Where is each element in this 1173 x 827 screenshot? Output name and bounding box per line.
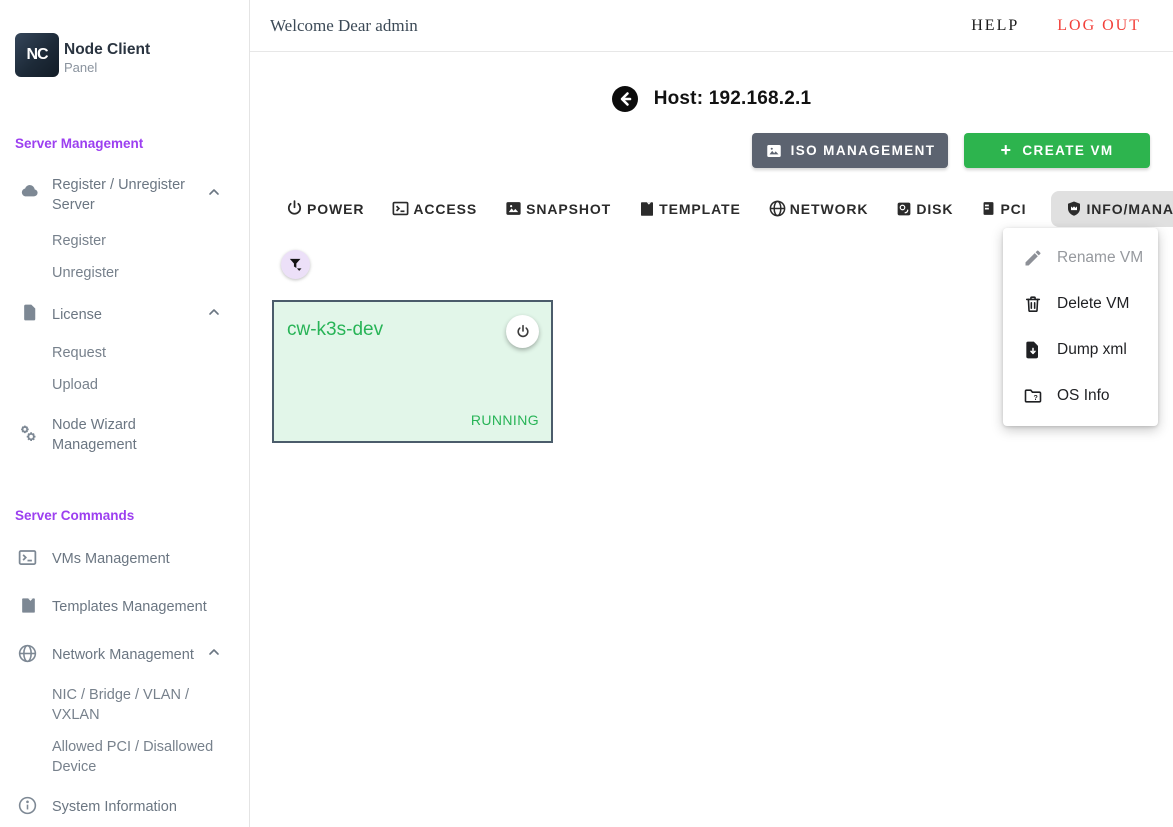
- menu-item-dump-xml-label: Dump xml: [1057, 341, 1127, 359]
- chevron-up-icon[interactable]: [206, 644, 222, 660]
- shield-icon: [1065, 200, 1083, 218]
- sidebar-item-register-unregister-server[interactable]: Register / Unregister Server: [52, 175, 210, 215]
- vm-status-badge: RUNNING: [471, 412, 539, 428]
- tab-template-label: TEMPLATE: [659, 201, 741, 217]
- sidebar-item-license[interactable]: License: [52, 305, 210, 325]
- info-manage-menu: Rename VM Delete VM Dump xml ? OS Info: [1003, 228, 1158, 426]
- tab-disk-label: DISK: [916, 201, 953, 217]
- menu-item-dump-xml[interactable]: Dump xml: [1003, 327, 1158, 373]
- tab-info-manage-label: INFO/MANAGE: [1086, 201, 1173, 217]
- edit-icon: [1023, 248, 1043, 268]
- svg-text:?: ?: [1034, 394, 1038, 402]
- image-icon: [504, 199, 523, 218]
- vm-power-button[interactable]: [506, 315, 539, 348]
- help-link[interactable]: HELP: [971, 17, 1019, 35]
- tab-access[interactable]: ACCESS: [389, 190, 479, 227]
- tab-pci[interactable]: PCI: [978, 190, 1028, 227]
- app-title: Node Client: [64, 41, 150, 59]
- vm-name: cw-k3s-dev: [287, 319, 383, 341]
- iso-management-button[interactable]: ISO MANAGEMENT: [752, 133, 948, 168]
- menu-item-os-info[interactable]: ? OS Info: [1003, 373, 1158, 419]
- chevron-up-icon[interactable]: [206, 184, 222, 200]
- sidebar-item-node-wizard-management[interactable]: Node Wizard Management: [52, 415, 210, 455]
- sidebar-item-allowed-pci-disallowed-device[interactable]: Allowed PCI / Disallowed Device: [52, 737, 220, 777]
- action-row: ISO MANAGEMENT + CREATE VM: [250, 133, 1173, 168]
- terminal-icon: [391, 199, 410, 218]
- create-vm-label: CREATE VM: [1022, 143, 1113, 158]
- tab-disk[interactable]: DISK: [893, 191, 955, 227]
- filter-icon: [287, 256, 304, 273]
- template-icon: [19, 595, 38, 616]
- tab-access-label: ACCESS: [413, 201, 477, 217]
- sidebar-item-network-management[interactable]: Network Management: [52, 645, 210, 665]
- tab-power-label: POWER: [307, 201, 364, 217]
- host-row: Host: 192.168.2.1: [250, 86, 1173, 112]
- logout-link[interactable]: LOG OUT: [1057, 17, 1141, 35]
- chevron-up-icon[interactable]: [206, 304, 222, 320]
- sidebar-item-nic-bridge-vlan-vxlan[interactable]: NIC / Bridge / VLAN / VXLAN: [52, 685, 220, 725]
- power-icon: [285, 199, 304, 218]
- gears-icon: [16, 421, 41, 446]
- host-title: Host: 192.168.2.1: [654, 88, 812, 110]
- file-download-icon: [1023, 340, 1043, 360]
- menu-item-os-info-label: OS Info: [1057, 387, 1110, 405]
- section-heading-server-management: Server Management: [15, 136, 143, 151]
- vm-tab-bar: POWER ACCESS SNAPSHOT TEMPLATE NETWORK D…: [283, 190, 1173, 227]
- info-icon: [17, 795, 38, 816]
- trash-icon: [1023, 294, 1043, 314]
- app-logo: NC: [15, 33, 59, 77]
- document-icon: [21, 302, 40, 323]
- menu-item-delete-vm[interactable]: Delete VM: [1003, 281, 1158, 327]
- tab-snapshot-label: SNAPSHOT: [526, 201, 611, 217]
- welcome-message: Welcome Dear admin: [270, 16, 418, 36]
- template-icon: [638, 200, 656, 218]
- image-icon: [765, 142, 783, 160]
- filter-button[interactable]: [281, 250, 310, 279]
- app-logo-text: NC: [26, 46, 47, 64]
- globe-icon: [17, 643, 38, 664]
- disk-icon: [895, 200, 913, 218]
- cloud-icon: [19, 181, 40, 202]
- sidebar-item-templates-management[interactable]: Templates Management: [52, 597, 210, 617]
- folder-question-icon: ?: [1023, 386, 1043, 406]
- sidebar: NC Node Client Panel Server Management R…: [0, 0, 250, 827]
- create-vm-button[interactable]: + CREATE VM: [964, 133, 1150, 168]
- sidebar-item-upload[interactable]: Upload: [52, 377, 98, 393]
- tab-network-label: NETWORK: [790, 201, 869, 217]
- terminal-icon: [17, 547, 38, 568]
- tab-snapshot[interactable]: SNAPSHOT: [502, 190, 613, 227]
- vm-card[interactable]: cw-k3s-dev RUNNING: [272, 300, 553, 443]
- globe-icon: [768, 199, 787, 218]
- section-heading-server-commands: Server Commands: [15, 508, 134, 523]
- back-button[interactable]: [612, 86, 638, 112]
- power-icon: [515, 324, 531, 340]
- topbar: Welcome Dear admin HELP LOG OUT: [250, 0, 1173, 52]
- menu-item-rename-vm[interactable]: Rename VM: [1003, 235, 1158, 281]
- tab-template[interactable]: TEMPLATE: [636, 191, 743, 227]
- app-subtitle: Panel: [64, 60, 97, 75]
- pci-icon: [980, 199, 997, 218]
- sidebar-item-system-information[interactable]: System Information: [52, 797, 210, 817]
- plus-icon: +: [1000, 140, 1012, 161]
- sidebar-item-vms-management[interactable]: VMs Management: [52, 549, 210, 569]
- tab-power[interactable]: POWER: [283, 190, 366, 227]
- tab-info-manage[interactable]: INFO/MANAGE: [1051, 191, 1173, 227]
- tab-pci-label: PCI: [1000, 201, 1026, 217]
- iso-management-label: ISO MANAGEMENT: [791, 143, 936, 158]
- tab-network[interactable]: NETWORK: [766, 190, 871, 227]
- menu-item-rename-vm-label: Rename VM: [1057, 249, 1143, 267]
- sidebar-item-register[interactable]: Register: [52, 233, 106, 249]
- menu-item-delete-vm-label: Delete VM: [1057, 295, 1129, 313]
- sidebar-item-request[interactable]: Request: [52, 345, 106, 361]
- sidebar-item-unregister[interactable]: Unregister: [52, 265, 119, 281]
